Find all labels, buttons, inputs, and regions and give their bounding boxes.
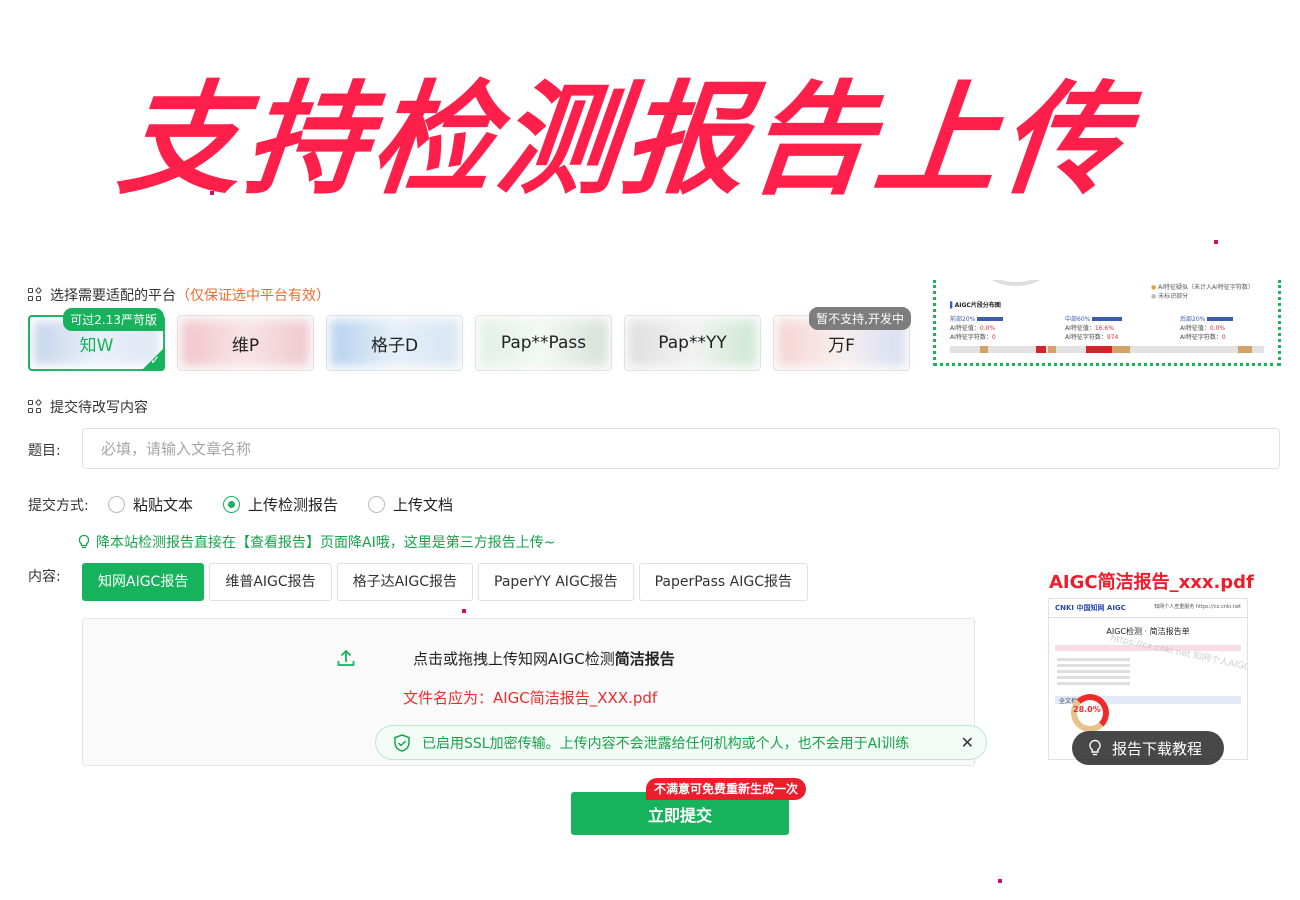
tab-cnki-aigc[interactable]: 知网AIGC报告 (82, 563, 205, 601)
radio-circle[interactable] (223, 496, 241, 513)
report-type-tabs: 知网AIGC报告 维普AIGC报告 格子达AIGC报告 PaperYY AIGC… (82, 563, 808, 601)
download-tutorial-button[interactable]: 报告下载教程 (1072, 731, 1224, 765)
banner-headline: 支持检测报告上传 (112, 69, 1136, 211)
radio-paste-text[interactable]: 粘贴文本 (108, 494, 193, 515)
platform-tag: 可过2.13严苛版 (63, 308, 164, 331)
decor-dot (210, 191, 214, 195)
free-regenerate-badge: 不满意可免费重新生成一次 (646, 778, 807, 800)
platform-option-zhiw[interactable]: 可过2.13严苛版 知W ✓ (28, 308, 165, 371)
upload-filename-hint: 文件名应为：AIGC简洁报告_XXX.pdf (403, 689, 658, 707)
tab-vip-aigc[interactable]: 维普AIGC报告 (209, 563, 332, 601)
radio-upload-report[interactable]: 上传检测报告 (223, 494, 338, 515)
preview-legend: ● AI特征疑似（未计入AI特征字符数） ● 未标识部分 (1151, 284, 1254, 300)
grid-icon (28, 398, 43, 414)
section-title-text: 选择需要适配的平台 (50, 288, 176, 304)
platform-option-paperpass[interactable]: Pap**Pass (475, 315, 612, 371)
radio-label: 上传检测报告 (248, 496, 339, 514)
radio-upload-document[interactable]: 上传文档 (368, 494, 453, 515)
report-sample-filename: AIGC简洁报告_xxx.pdf (1049, 572, 1254, 593)
report-percent: 28.0% (1073, 705, 1101, 714)
platform-option-wanf[interactable]: 暂不支持,开发中 万F (773, 307, 911, 371)
preview-segments: 前部20% AI特征值：0.0% AI特征字符数：0 中部60% AI特征值：1… (950, 314, 1270, 341)
platform-option-weip[interactable]: 维P (177, 315, 314, 371)
platform-name: 万F (828, 335, 855, 356)
platform-hint: （仅保证选中平台有效） (176, 288, 330, 304)
decor-dot (998, 879, 1002, 883)
tab-gezida-aigc[interactable]: 格子达AIGC报告 (336, 563, 474, 601)
shield-check-icon (394, 733, 410, 752)
radio-circle[interactable] (368, 496, 386, 513)
title-label: 题目: (28, 443, 61, 459)
upload-icon (337, 649, 355, 666)
preview-ring (986, 280, 1046, 286)
platform-list: 可过2.13严苛版 知W ✓ 维P 格子D Pap**Pass Pap**YY … (28, 307, 911, 371)
tutorial-label: 报告下载教程 (1112, 739, 1203, 758)
platform-name: Pap**YY (658, 333, 727, 353)
content-section-title: 提交待改写内容 (28, 397, 148, 417)
radio-label: 粘贴文本 (133, 496, 194, 514)
platform-name: Pap**Pass (500, 333, 587, 353)
section-title-text: 提交待改写内容 (50, 400, 148, 416)
ssl-notice: 已启用SSL加密传输。上传内容不会泄露给任何机构或个人，也不会用于AI训练 ✕ (375, 725, 987, 760)
close-icon[interactable]: ✕ (961, 733, 974, 752)
decor-dot (462, 609, 466, 613)
platform-name: 知W (79, 335, 114, 356)
decor-dot (1214, 240, 1218, 244)
upload-instruction: 点击或拖拽上传知网AIGC检测简洁报告 (413, 650, 675, 668)
ssl-notice-text: 已启用SSL加密传输。上传内容不会泄露给任何机构或个人，也不会用于AI训练 (422, 735, 910, 752)
platform-option-gezid[interactable]: 格子D (326, 315, 463, 371)
banner: 支持检测报告上传 (0, 40, 1300, 240)
preview-section-title: ▌AIGC片段分布图 (950, 302, 1001, 309)
platform-option-paperyy[interactable]: Pap**YY (624, 315, 761, 371)
lightbulb-icon (1089, 739, 1101, 756)
tip-text: 降本站检测报告直接在【查看报告】页面降AI哦，这里是第三方报告上传~ (96, 535, 556, 551)
title-input[interactable] (82, 428, 1280, 469)
grid-icon (28, 286, 43, 302)
tab-paperpass-aigc[interactable]: PaperPass AIGC报告 (638, 563, 808, 601)
radio-circle[interactable] (108, 496, 125, 513)
method-radio-group: 粘贴文本 上传检测报告 上传文档 (108, 494, 453, 515)
report-header: CNKI 中国知网 AIGC 知网个人查重服务 https://cx.cnki.… (1049, 599, 1247, 618)
check-icon: ✓ (149, 353, 160, 367)
report-doc-title: AIGC检测 · 简洁报告单 (1106, 627, 1190, 636)
tab-paperyy-aigc[interactable]: PaperYY AIGC报告 (478, 563, 634, 601)
platform-tag: 暂不支持,开发中 (809, 307, 911, 330)
platform-section-title: 选择需要适配的平台 （仅保证选中平台有效） (28, 285, 330, 305)
radio-label: 上传文档 (393, 496, 454, 514)
platform-name: 格子D (370, 335, 419, 356)
third-party-tip: 降本站检测报告直接在【查看报告】页面降AI哦，这里是第三方报告上传~ (76, 532, 555, 552)
preview-distribution-bar (950, 346, 1264, 353)
platform-name: 维P (231, 335, 260, 356)
lightbulb-icon (78, 534, 90, 549)
method-label: 提交方式: (28, 498, 89, 514)
report-preview-snippet: ● AI特征疑似（未计入AI特征字符数） ● 未标识部分 ▌AIGC片段分布图 … (933, 280, 1281, 366)
content-label: 内容: (28, 569, 61, 585)
